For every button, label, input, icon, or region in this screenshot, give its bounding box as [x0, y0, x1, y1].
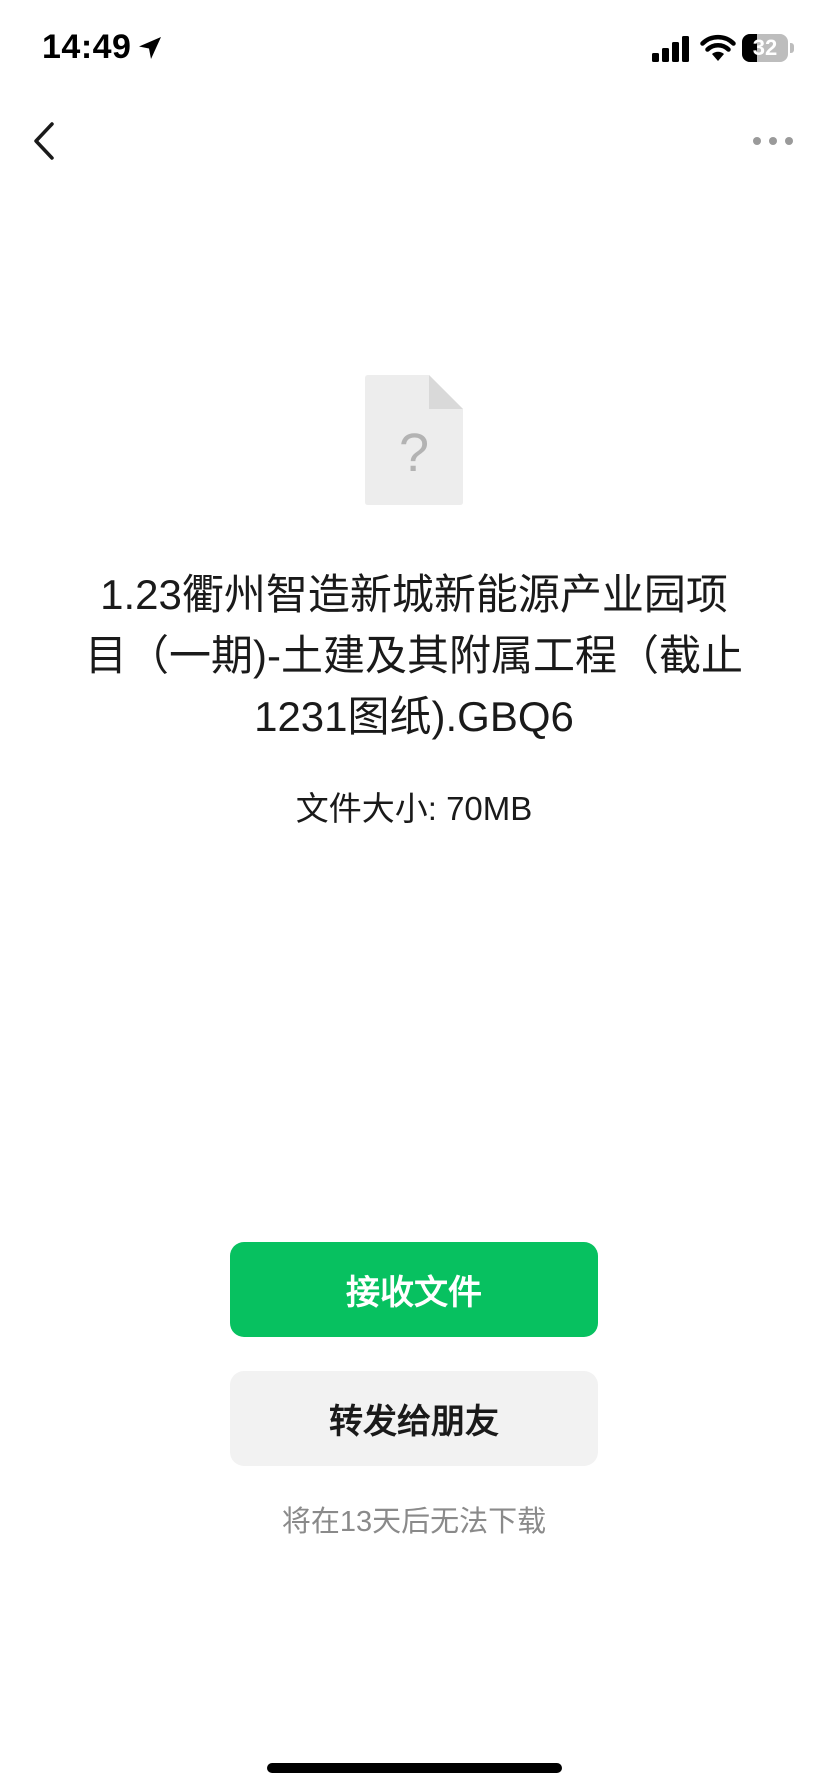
nav-bar — [0, 100, 828, 180]
wifi-icon — [700, 34, 736, 61]
battery-icon: 32 — [742, 34, 794, 62]
cellular-signal-icon — [652, 36, 689, 62]
file-name: 1.23衢州智造新城新能源产业园项目（一期)-土建及其附属工程（截止1231图纸… — [85, 571, 743, 740]
file-icon-glyph: ? — [399, 423, 429, 483]
chevron-left-icon — [34, 122, 54, 160]
status-time: 14:49 — [42, 28, 132, 66]
home-indicator[interactable] — [267, 1763, 562, 1773]
file-size-value: 70MB — [446, 790, 533, 827]
back-button[interactable] — [24, 116, 64, 166]
file-size: 文件大小: 70MB — [0, 782, 828, 830]
receive-file-button[interactable]: 接收文件 — [230, 1242, 598, 1337]
forward-to-friend-button[interactable]: 转发给朋友 — [230, 1371, 598, 1466]
status-bar: 14:49 32 — [0, 0, 828, 100]
more-button[interactable] — [748, 124, 798, 158]
unknown-file-icon: ? — [365, 375, 463, 505]
file-size-label: 文件大小: — [295, 790, 447, 827]
battery-level: 32 — [752, 35, 778, 60]
expiry-note: 将在13天后无法下载 — [281, 1506, 547, 1538]
location-arrow-icon — [139, 37, 161, 59]
more-dots-icon — [753, 137, 793, 145]
